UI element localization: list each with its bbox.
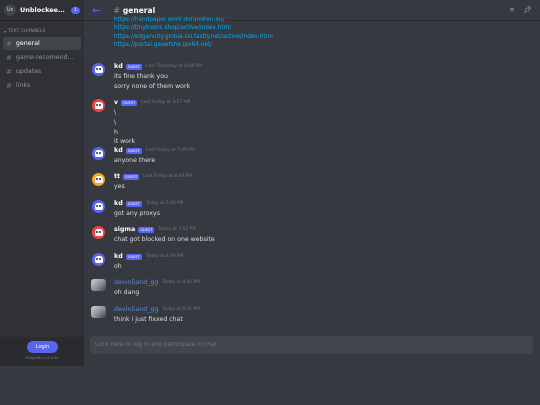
message-timestamp: Last Friday at 7:49 PM [145, 148, 195, 153]
message-link[interactable]: https://tinytrekrc.shop/active/index.htm… [114, 24, 273, 32]
category-text-channels[interactable]: ▾ TEXT CHANNELS [4, 29, 84, 34]
message-input[interactable] [95, 342, 533, 348]
robot-icon [94, 229, 103, 236]
message-text: think i just fixxed chat [114, 316, 183, 323]
message-timestamp: Last Friday at 3:57 AM [141, 100, 191, 105]
pin-icon[interactable]: 📌︎ [523, 6, 532, 15]
category-label: TEXT CHANNELS [8, 29, 46, 34]
hash-icon: # [6, 67, 12, 76]
message-text: \ [114, 109, 117, 116]
avatar[interactable] [92, 147, 105, 160]
channel-label: links [15, 82, 31, 89]
message-timestamp: Today at 3:52 PM [158, 227, 196, 232]
message-author[interactable]: kd [114, 147, 123, 154]
guest-badge: GUEST [121, 99, 138, 106]
guest-badge: GUEST [125, 147, 142, 154]
message-timestamp: Today at 9:51 PM [162, 307, 200, 312]
message-text: got any proxys [114, 210, 160, 217]
header-actions: ⌗ 📌︎ [510, 6, 532, 15]
message-text: chat got blocked on one website [114, 236, 215, 243]
login-button[interactable]: Login [27, 341, 58, 353]
message-input-box[interactable] [90, 336, 533, 354]
guest-badge: GUEST [125, 253, 142, 260]
avatar[interactable] [92, 226, 105, 239]
sidebar-item-updates[interactable]: # updates [3, 65, 81, 78]
message-text: sorry none of them work [114, 83, 191, 90]
guest-badge: GUEST [138, 226, 155, 233]
avatar[interactable] [91, 279, 106, 291]
message-text: oh dang [114, 289, 140, 296]
guest-badge: GUEST [125, 200, 142, 207]
message-author[interactable]: tt [114, 173, 120, 180]
guild-header[interactable]: Us Unblockee's ... 1 [0, 0, 84, 21]
message-author[interactable]: devin5and_gg [114, 279, 158, 286]
hash-icon: # [6, 81, 12, 90]
message-text: anyone there [114, 157, 156, 164]
message-text: oh [114, 263, 122, 270]
sidebar-item-general[interactable]: # general [3, 37, 81, 50]
robot-icon [94, 150, 103, 157]
guild-badge: 1 [71, 6, 80, 14]
message-text: \ [114, 118, 117, 126]
blank-area [0, 366, 540, 405]
back-arrow-icon[interactable]: ← [92, 4, 101, 17]
message-link[interactable]: https://portal.qaswfshe.ipx64.net/ [114, 41, 273, 49]
guild-name: Unblockee's ... [20, 6, 66, 14]
guest-badge: GUEST [123, 173, 140, 180]
robot-icon [94, 203, 103, 210]
avatar[interactable] [91, 306, 106, 318]
channel-label: updates [15, 68, 42, 75]
message-link[interactable]: https://handpaper.work.dorandren.eu/ [114, 16, 273, 24]
message-author[interactable]: kd [114, 200, 123, 207]
message-text: h [114, 128, 118, 136]
guest-badge: GUEST [125, 63, 142, 70]
hash-icon: # [6, 39, 12, 48]
message-list: https://handpaper.work.dorandren.eu/ htt… [84, 16, 540, 334]
robot-icon [94, 256, 103, 263]
message-timestamp: Today at 4:09 PM [145, 254, 184, 259]
message-author[interactable]: sigma [114, 226, 135, 233]
avatar[interactable] [92, 200, 105, 213]
message-text: its fine thank you [114, 73, 168, 80]
hash-icon: # [6, 53, 12, 62]
channel-label: general [15, 40, 40, 47]
channel-label: game-recomendati... [15, 54, 76, 61]
channel-title: general [122, 5, 156, 15]
message-text: it work [114, 138, 136, 146]
sidebar-footer: Login WidgetBot v3.9.36 [0, 337, 84, 366]
robot-icon [94, 102, 103, 109]
chevron-down-icon: ▾ [4, 29, 7, 34]
message-author[interactable]: kd [114, 63, 123, 70]
channel-sidebar: Us Unblockee's ... 1 ▾ TEXT CHANNELS # g… [0, 0, 84, 366]
avatar[interactable] [92, 253, 105, 266]
robot-icon [94, 66, 103, 73]
message-timestamp: Today at 9:40 PM [162, 280, 200, 285]
hash-icon: # [113, 5, 120, 15]
sidebar-item-game-recomendations[interactable]: # game-recomendati... [3, 51, 81, 64]
message-author[interactable]: v [114, 99, 118, 106]
message-timestamp: Today at 2:49 PM [145, 201, 184, 206]
avatar[interactable] [92, 99, 105, 112]
message-text: yes [114, 183, 125, 190]
avatar[interactable] [92, 63, 105, 76]
threads-icon[interactable]: ⌗ [510, 6, 514, 15]
guild-icon: Us [4, 4, 16, 16]
robot-icon [94, 176, 103, 183]
message-author[interactable]: devin5and_gg [114, 306, 158, 313]
message-author[interactable]: kd [114, 253, 123, 260]
message-timestamp: Last Friday at 8:49 PM [143, 174, 192, 179]
avatar[interactable] [92, 173, 105, 186]
sidebar-item-links[interactable]: # links [3, 79, 81, 92]
message-timestamp: Last Thursday at 4:04 PM [145, 64, 202, 69]
link-list: https://handpaper.work.dorandren.eu/ htt… [114, 16, 273, 50]
message-link[interactable]: https://edgenuity.global.ssl.fastly.net/… [114, 33, 273, 41]
version-label: WidgetBot v3.9.36 [25, 356, 59, 360]
